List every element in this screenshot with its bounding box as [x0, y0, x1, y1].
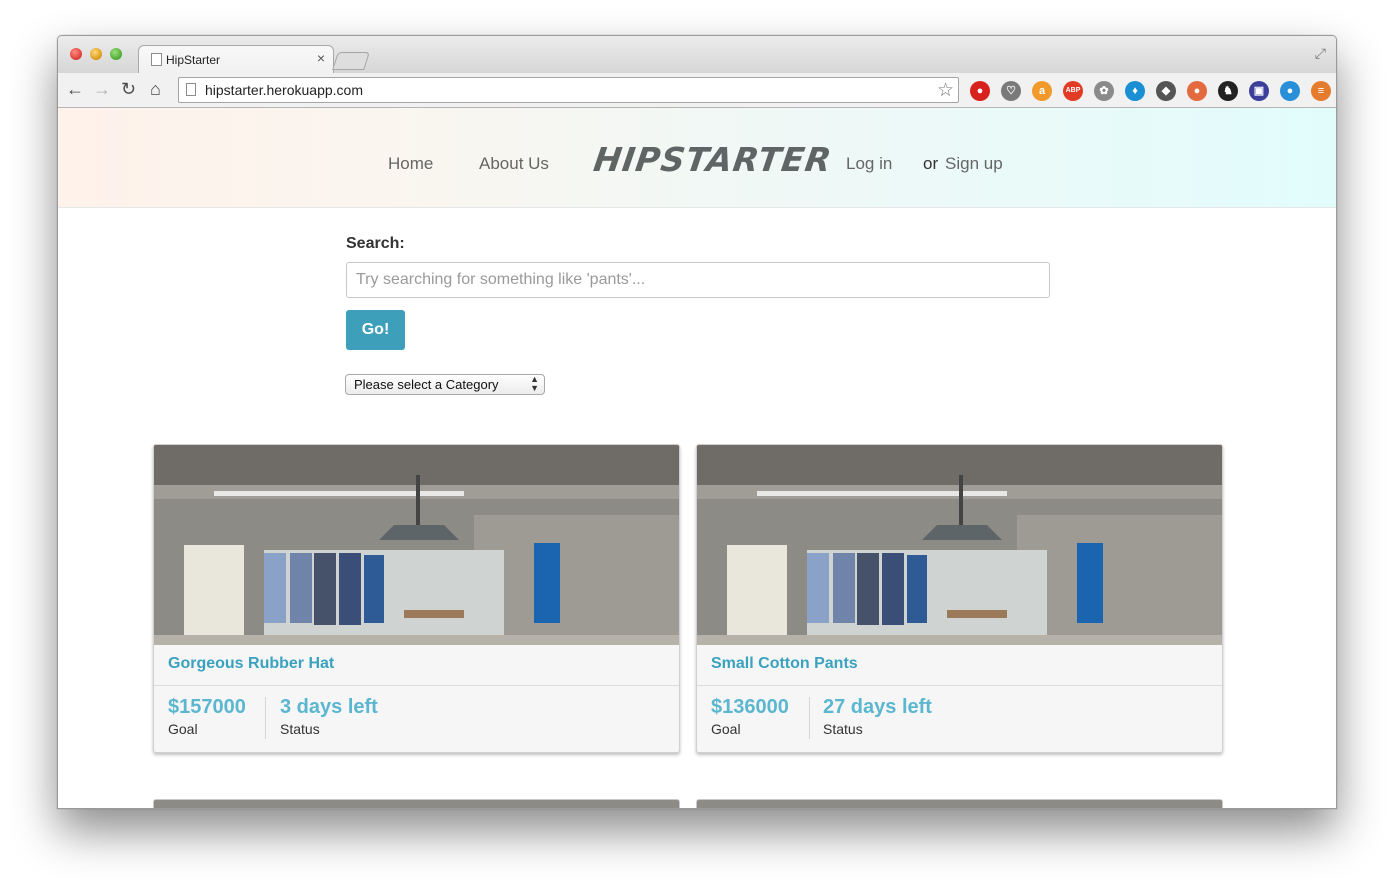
- chat-icon[interactable]: ●: [1280, 81, 1300, 101]
- home-icon[interactable]: ⌂: [150, 79, 161, 100]
- nav-or-text: or: [923, 154, 939, 173]
- project-card-partial[interactable]: [696, 799, 1223, 808]
- nav-home-link[interactable]: Home: [388, 154, 433, 174]
- page-icon: [186, 83, 196, 96]
- site-logo[interactable]: HIPSTARTER: [591, 140, 834, 179]
- nav-login-link[interactable]: Log in: [846, 154, 892, 174]
- bookmark-star-icon[interactable]: ☆: [937, 79, 954, 102]
- minimize-window-button[interactable]: [90, 48, 102, 60]
- fullscreen-icon[interactable]: ⤢: [1315, 45, 1326, 62]
- address-bar[interactable]: hipstarter.herokuapp.com ☆: [178, 77, 959, 103]
- page-favicon-icon: [151, 53, 162, 66]
- abp-icon[interactable]: ABP: [1063, 81, 1083, 101]
- menu-icon[interactable]: ≡: [1311, 81, 1331, 101]
- new-tab-button[interactable]: [332, 52, 370, 70]
- project-card-partial[interactable]: [153, 799, 680, 808]
- url-text[interactable]: hipstarter.herokuapp.com: [205, 82, 363, 98]
- tab-close-icon[interactable]: ×: [317, 50, 325, 66]
- pocket-icon[interactable]: ♡: [1001, 81, 1021, 101]
- stat-separator: [265, 697, 266, 739]
- goal-value: $157000: [168, 696, 246, 718]
- zoom-window-button[interactable]: [110, 48, 122, 60]
- nav-about-link[interactable]: About Us: [479, 154, 549, 174]
- close-window-button[interactable]: [70, 48, 82, 60]
- adblock-stop-icon[interactable]: ●: [970, 81, 990, 101]
- status-value: 27 days left: [823, 696, 932, 718]
- reload-icon[interactable]: ↻: [121, 79, 136, 100]
- project-image: [697, 445, 1222, 645]
- forward-arrow-icon[interactable]: →: [93, 79, 111, 100]
- goal-value: $136000: [711, 696, 789, 718]
- card-divider: [154, 685, 679, 686]
- goal-label: Goal: [711, 721, 741, 737]
- search-input[interactable]: [346, 262, 1050, 298]
- status-label: Status: [823, 721, 863, 737]
- browser-window: HipStarter × ⤢ ← → ↻ ⌂ hipstarter.heroku…: [57, 35, 1337, 809]
- browser-tab[interactable]: HipStarter ×: [138, 45, 334, 73]
- cowboy-icon[interactable]: ♞: [1218, 81, 1238, 101]
- back-arrow-icon[interactable]: ←: [66, 79, 84, 100]
- bird-icon[interactable]: ●: [1187, 81, 1207, 101]
- category-select[interactable]: Please select a Category ▲ ▼: [345, 374, 545, 395]
- card-divider: [697, 685, 1222, 686]
- browser-toolbar: ← → ↻ ⌂ hipstarter.herokuapp.com ☆ ● ♡ a AB…: [58, 73, 1336, 108]
- goal-label: Goal: [168, 721, 198, 737]
- project-card[interactable]: Small Cotton Pants $136000 Goal 27 days …: [696, 444, 1223, 753]
- status-label: Status: [280, 721, 320, 737]
- status-value: 3 days left: [280, 696, 378, 718]
- select-arrows-icon: ▲ ▼: [530, 374, 539, 393]
- tab-title: HipStarter: [166, 53, 221, 67]
- nav-signup-link[interactable]: Sign up: [945, 154, 1003, 174]
- search-label: Search:: [346, 235, 405, 252]
- evernote-icon[interactable]: ◆: [1156, 81, 1176, 101]
- image-icon[interactable]: ▣: [1249, 81, 1269, 101]
- site-header: Home About Us HIPSTARTER Log in or Sign …: [58, 108, 1336, 208]
- category-selected-text: Please select a Category: [354, 377, 499, 392]
- project-title[interactable]: Small Cotton Pants: [711, 655, 858, 673]
- project-title[interactable]: Gorgeous Rubber Hat: [168, 655, 334, 673]
- project-image: [154, 445, 679, 645]
- page-content: Home About Us HIPSTARTER Log in or Sign …: [58, 108, 1336, 808]
- stat-separator: [809, 697, 810, 739]
- title-bar: HipStarter × ⤢: [58, 36, 1336, 73]
- diamond-icon[interactable]: ♦: [1125, 81, 1145, 101]
- go-button[interactable]: Go!: [346, 310, 405, 350]
- amazon-icon[interactable]: a: [1032, 81, 1052, 101]
- brain-icon[interactable]: ✿: [1094, 81, 1114, 101]
- project-card[interactable]: Gorgeous Rubber Hat $157000 Goal 3 days …: [153, 444, 680, 753]
